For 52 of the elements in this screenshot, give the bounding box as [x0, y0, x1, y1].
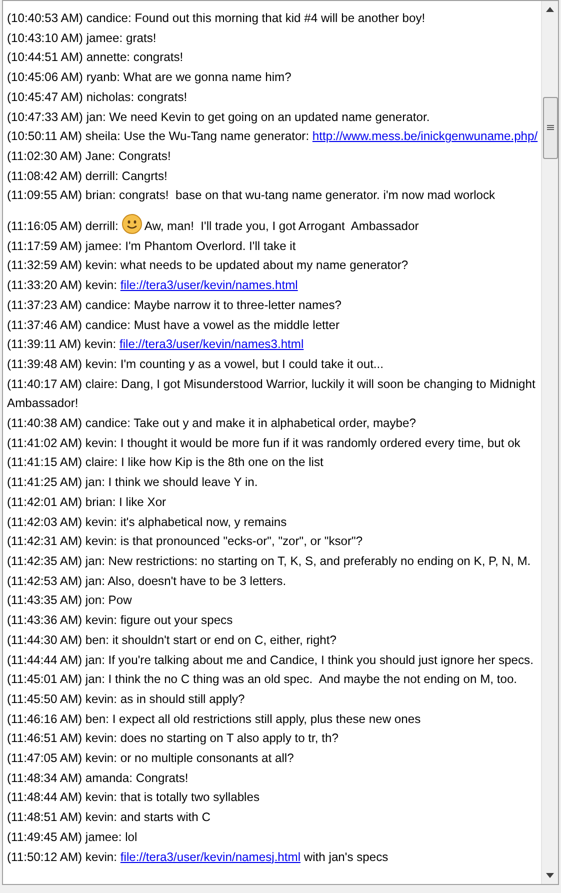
chat-message: (11:49:45 AM) jamee: lol [7, 828, 138, 846]
chat-message: (11:45:01 AM) jan: I think the no C thing was an old spec. And maybe the not ending on M, too. [7, 671, 518, 688]
chat-message: (11:33:20 AM) kevin: file://tera3/user/kevin/names.html [7, 277, 299, 294]
chat-message: (11:42:01 AM) brian: I like Xor [7, 494, 168, 511]
chat-message: (10:40:53 AM) candice: Found out this morning that kid #4 will be another boy! [7, 10, 426, 27]
chat-message: (11:45:50 AM) kevin: as in should still apply? [7, 690, 246, 708]
chat-message: (11:40:38 AM) candice: Take out y and make it in alphabetical order, maybe? [7, 415, 417, 432]
chat-message: (11:41:15 AM) claire: I like how Kip is the 8th one on the list [7, 454, 324, 472]
chat-message: (10:43:10 AM) jamee: grats! [7, 30, 158, 47]
chat-message: (11:47:05 AM) kevin: or no multiple consonants at all? [7, 750, 295, 768]
chat-message: (11:37:23 AM) candice: Maybe narrow it to three-letter names? [7, 296, 343, 314]
chat-message: (11:41:02 AM) kevin: I thought it would be more fun if it was randomly ordered every time, but ok [7, 434, 522, 452]
chat-message: (11:44:44 AM) jan: If you're talking about me and Candice, I think you should just ignore her specs. [7, 652, 534, 668]
grip-icon [547, 125, 554, 131]
chat-message: (11:48:34 AM) amanda: Congrats! [7, 770, 190, 787]
chat-message: (11:41:25 AM) jan: I think we should leave Y in. [7, 474, 259, 492]
smiley-icon [122, 214, 142, 234]
chat-message: (11:50:12 AM) kevin: file://tera3/user/kevin/namesj.html with jan's specs [7, 848, 390, 866]
chat-message: (11:02:30 AM) Jane: Congrats! [7, 148, 172, 165]
chat-message: (11:42:03 AM) kevin: it's alphabetical now, y remains [7, 514, 288, 531]
chat-message: (10:45:06 AM) ryanb: What are we gonna name him? [7, 69, 292, 86]
chat-message: (11:48:51 AM) kevin: and starts with C [7, 809, 212, 826]
chat-message: (11:39:48 AM) kevin: I'm counting y as a vowel, but I could take it out... [7, 356, 385, 373]
chat-message: (11:42:31 AM) kevin: is that pronounced "ecks-or", "zor", or "ksor"? [7, 533, 364, 550]
chat-message: (11:16:05 AM) derrill: Aw, man! I'll trade you, I got Arrogant Ambassador [7, 206, 541, 237]
chat-message: (11:32:59 AM) kevin: what needs to be updated about my name generator? [7, 257, 410, 274]
chat-message: (10:45:47 AM) nicholas: congrats! [7, 88, 188, 106]
scroll-up-icon[interactable] [546, 7, 554, 12]
link[interactable]: file://tera3/user/kevin/names3.html [119, 337, 304, 352]
chat-message: (11:44:30 AM) ben: it shouldn't start or end on C, either, right? [7, 632, 338, 649]
chat-message: (11:39:11 AM) kevin: file://tera3/user/kevin/names3.html [7, 336, 305, 354]
chat-message: (10:44:51 AM) annette: congrats! [7, 49, 184, 66]
chat-message: (11:43:35 AM) jon: Pow [7, 592, 133, 610]
chat-message: (11:43:36 AM) kevin: figure out your specs [7, 612, 234, 630]
chat-message: (10:47:33 AM) jan: We need Kevin to get going on an updated name generator. [7, 108, 431, 126]
scroll-thumb[interactable] [543, 97, 558, 159]
link[interactable]: http://www.mess.be/inickgenwuname.php/ [312, 129, 538, 144]
chat-message: (11:46:16 AM) ben: I expect all old restrictions still apply, plus these new ones [7, 710, 422, 728]
link[interactable]: file://tera3/user/kevin/namesj.html [120, 850, 301, 864]
chat-message: (11:48:44 AM) kevin: that is totally two syllables [7, 789, 261, 806]
chat-message: (11:37:46 AM) candice: Must have a vowel as the middle letter [7, 316, 341, 334]
chat-message: (11:08:42 AM) derrill: Cangrts! [7, 168, 168, 185]
link[interactable]: file://tera3/user/kevin/names.html [120, 278, 298, 292]
chat-message: (11:46:51 AM) kevin: does no starting on T also apply to tr, th? [7, 730, 340, 748]
scrollbar[interactable] [541, 1, 558, 884]
scroll-down-icon[interactable] [546, 873, 554, 878]
chat-message: (11:42:35 AM) jan: New restrictions: no starting on T, K, S, and preferably no ending on K, P, N, M. [7, 552, 532, 570]
chat-message: (11:40:17 AM) claire: Dang, I got Misunderstood Warrior, luckily it will soon be changing to Midnight Ambassador! [7, 376, 536, 412]
chat-message: (11:09:55 AM) brian: congrats! base on that wu-tang name generator. i'm now mad worlock [7, 187, 496, 204]
chat-message: (10:50:11 AM) sheila: Use the Wu-Tang name generator: http://www.mess.be/inickgenwuname.php/ [7, 128, 539, 146]
chat-message: (11:42:53 AM) jan: Also, doesn't have to be 3 letters. [7, 572, 288, 590]
chat-message: (11:17:59 AM) jamee: I'm Phantom Overlord. I'll take it [7, 238, 297, 255]
